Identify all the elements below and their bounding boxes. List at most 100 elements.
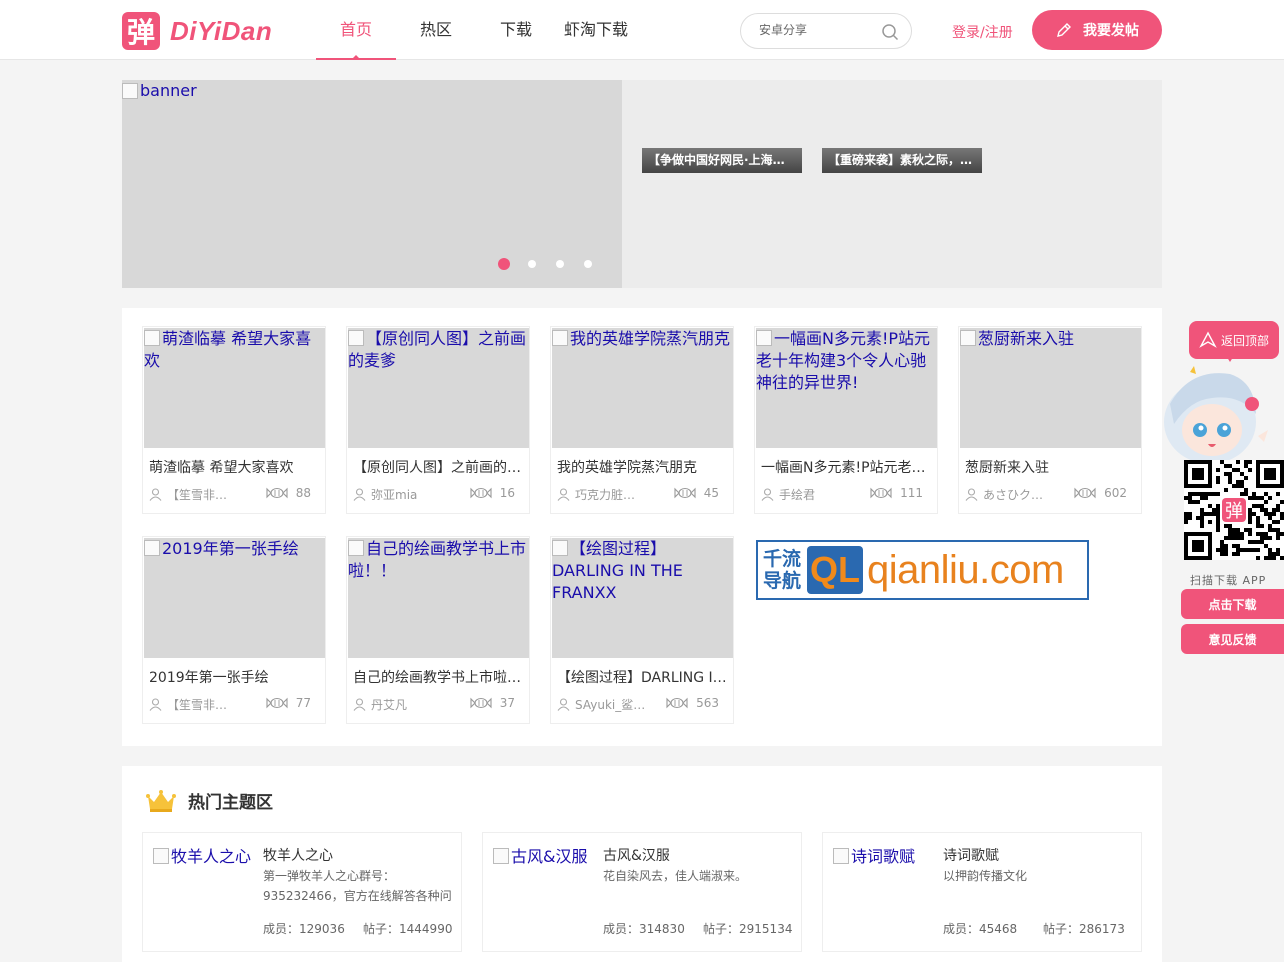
work-author-name: 巧克力脏… (575, 488, 636, 502)
topic-card[interactable]: 古风&汉服 古风&汉服 花自染风去，佳人端淑来。 成员：314830 帖子：291513… (482, 832, 802, 952)
nav-hot[interactable]: 热区 (396, 0, 476, 60)
work-candy-count: 45 (674, 486, 719, 500)
work-candy-count: 563 (666, 696, 719, 710)
search-input[interactable] (759, 23, 879, 37)
work-thumbnail[interactable]: 一幅画N多元素!P站元老十年构建3个令人心驰神往的异世界! (756, 328, 937, 448)
work-thumbnail[interactable]: 自己的绘画教学书上市啦！！ (348, 538, 529, 658)
work-author-name: 【笙雪非… (167, 698, 228, 712)
work-title[interactable]: 2019年第一张手绘 (149, 667, 321, 687)
ad-cn-line1: 千流 (762, 548, 801, 570)
back-to-top-label: 返回顶部 (1220, 333, 1269, 348)
carousel-dot-2[interactable] (528, 260, 536, 268)
banner-carousel: banner 【争做中国好网民·上海网… 【重磅来袭】素秋之际，… (122, 80, 1162, 288)
topic-card[interactable]: 诗词歌赋 诗词歌赋 以押韵传播文化 成员：45468 帖子：286173 (822, 832, 1142, 952)
carousel-dot-4[interactable] (584, 260, 592, 268)
banner-tag-2[interactable]: 【重磅来袭】素秋之际，… (822, 148, 982, 173)
work-meta: 【笙雪非… 88 (149, 486, 321, 503)
topic-name[interactable]: 牧羊人之心 (263, 845, 333, 865)
work-title[interactable]: 一幅画N多元素!P站元老… (761, 457, 933, 477)
login-register-link[interactable]: 登录/注册 (952, 22, 1013, 42)
work-candy-count: 16 (470, 486, 515, 500)
work-thumbnail-alt: 一幅画N多元素!P站元老十年构建3个令人心驰神往的异世界! (756, 329, 931, 392)
work-author[interactable]: 弥亚mia (353, 486, 443, 503)
work-title[interactable]: 葱厨新来入驻 (965, 457, 1137, 477)
banner-image[interactable]: banner (122, 80, 622, 288)
ad-domain: qianliu.com (867, 547, 1064, 592)
work-thumbnail[interactable]: 我的英雄学院蒸汽朋克 (552, 328, 733, 448)
topic-posts-value: 2915134 (739, 922, 793, 936)
topics-title: 热门主题区 (188, 793, 273, 813)
qr-code-image: 弹 (1184, 460, 1284, 560)
work-meta: あさひク… 602 (965, 486, 1137, 503)
work-author[interactable]: あさひク… (965, 486, 1055, 503)
qr-logo-char: 弹 (1225, 501, 1243, 522)
ad-ql-badge: QL (807, 546, 863, 594)
ad-cn-line2: 导航 (762, 570, 801, 592)
nav-home[interactable]: 首页 (316, 0, 396, 60)
site-logo[interactable]: 弹 DiYiDan (122, 12, 272, 50)
broken-image-icon (552, 540, 568, 556)
banner-alt-label: banner (140, 81, 197, 100)
work-thumbnail[interactable]: 【原创同人图】之前画的麦爹 (348, 328, 529, 448)
candy-icon (470, 487, 492, 499)
work-title[interactable]: 【绘图过程】DARLING I… (557, 667, 729, 687)
banner-tag-1[interactable]: 【争做中国好网民·上海网… (642, 148, 802, 173)
work-card[interactable]: 葱厨新来入驻 葱厨新来入驻 あさひク… 602 (958, 326, 1142, 514)
user-icon (353, 698, 366, 711)
mascot-illustration (1164, 366, 1268, 464)
work-author[interactable]: 【笙雪非… (149, 486, 239, 503)
feedback-button[interactable]: 意见反馈 (1181, 624, 1284, 654)
work-thumbnail[interactable]: 2019年第一张手绘 (144, 538, 325, 658)
work-thumbnail[interactable]: 【绘图过程】DARLING IN THE FRANXX (552, 538, 733, 658)
qianliu-ad-banner[interactable]: 千流 导航 QL qianliu.com (756, 540, 1089, 600)
search-icon[interactable] (881, 23, 899, 41)
work-card[interactable]: 萌渣临摹 希望大家喜欢 萌渣临摹 希望大家喜欢 【笙雪非… 88 (142, 326, 326, 514)
work-card[interactable]: 自己的绘画教学书上市啦！！ 自己的绘画教学书上市啦… 丹艾凡 37 (346, 536, 530, 724)
post-button[interactable]: 我要发帖 (1032, 10, 1162, 50)
nav-xiatao-download[interactable]: 虾淘下载 (556, 0, 636, 60)
broken-image-icon (960, 330, 976, 346)
download-button[interactable]: 点击下载 (1181, 589, 1284, 619)
main-nav: 首页 热区 下载 虾淘下载 (316, 0, 636, 60)
topic-card[interactable]: 牧羊人之心 牧羊人之心 第一弹牧羊人之心群号：935232466，官方在线解答各种问… (142, 832, 462, 952)
topic-thumbnail-alt: 牧羊人之心 (171, 847, 252, 866)
work-author[interactable]: 巧克力脏… (557, 486, 647, 503)
work-card[interactable]: 一幅画N多元素!P站元老十年构建3个令人心驰神往的异世界! 一幅画N多元素!P站元… (754, 326, 938, 514)
carousel-dot-3[interactable] (556, 260, 564, 268)
topic-thumbnail[interactable]: 古风&汉服 (493, 843, 593, 867)
work-author[interactable]: 【笙雪非… (149, 696, 239, 713)
nav-download[interactable]: 下载 (476, 0, 556, 60)
candy-icon (266, 697, 288, 709)
top-header: 弹 DiYiDan 首页 热区 下载 虾淘下载 登录/注册 我要发帖 (0, 0, 1284, 60)
work-meta: 【笙雪非… 77 (149, 696, 321, 713)
work-title[interactable]: 自己的绘画教学书上市啦… (353, 667, 525, 687)
broken-image-icon (348, 540, 364, 556)
work-card[interactable]: 【绘图过程】DARLING IN THE FRANXX 【绘图过程】DARLING… (550, 536, 734, 724)
work-card[interactable]: 我的英雄学院蒸汽朋克 我的英雄学院蒸汽朋克 巧克力脏… 45 (550, 326, 734, 514)
work-author[interactable]: 丹艾凡 (353, 696, 443, 713)
topic-name[interactable]: 诗词歌赋 (943, 845, 999, 865)
topic-thumbnail[interactable]: 牧羊人之心 (153, 843, 253, 867)
topic-name[interactable]: 古风&汉服 (603, 845, 670, 865)
carousel-dot-1[interactable] (498, 258, 510, 270)
topic-posts-label: 帖子： (703, 922, 740, 936)
work-count-value: 88 (295, 486, 311, 500)
work-title[interactable]: 【原创同人图】之前画的… (353, 457, 525, 477)
work-thumbnail[interactable]: 葱厨新来入驻 (960, 328, 1141, 448)
work-title[interactable]: 我的英雄学院蒸汽朋克 (557, 457, 729, 477)
work-title[interactable]: 萌渣临摹 希望大家喜欢 (149, 457, 321, 477)
work-author[interactable]: 手绘君 (761, 486, 851, 503)
work-candy-count: 37 (470, 696, 515, 710)
back-to-top-button[interactable]: 返回顶部 (1189, 321, 1279, 362)
topic-thumbnail[interactable]: 诗词歌赋 (833, 843, 933, 867)
work-thumbnail-alt: 【原创同人图】之前画的麦爹 (348, 329, 527, 370)
work-card[interactable]: 【原创同人图】之前画的麦爹【原创同人图】之前画的… 弥亚mia 16 (346, 326, 530, 514)
topic-stats: 成员：314830 帖子：2915134 (603, 920, 792, 937)
work-thumbnail[interactable]: 萌渣临摹 希望大家喜欢 (144, 328, 325, 448)
work-author[interactable]: SAyuki_鲨… (557, 696, 647, 713)
work-meta: SAyuki_鲨… 563 (557, 696, 729, 713)
work-card[interactable]: 2019年第一张手绘 2019年第一张手绘 【笙雪非… 77 (142, 536, 326, 724)
topic-posts: 帖子：1444990 (363, 920, 452, 937)
topic-posts-value: 1444990 (399, 922, 453, 936)
topic-members-value: 45468 (979, 922, 1018, 936)
